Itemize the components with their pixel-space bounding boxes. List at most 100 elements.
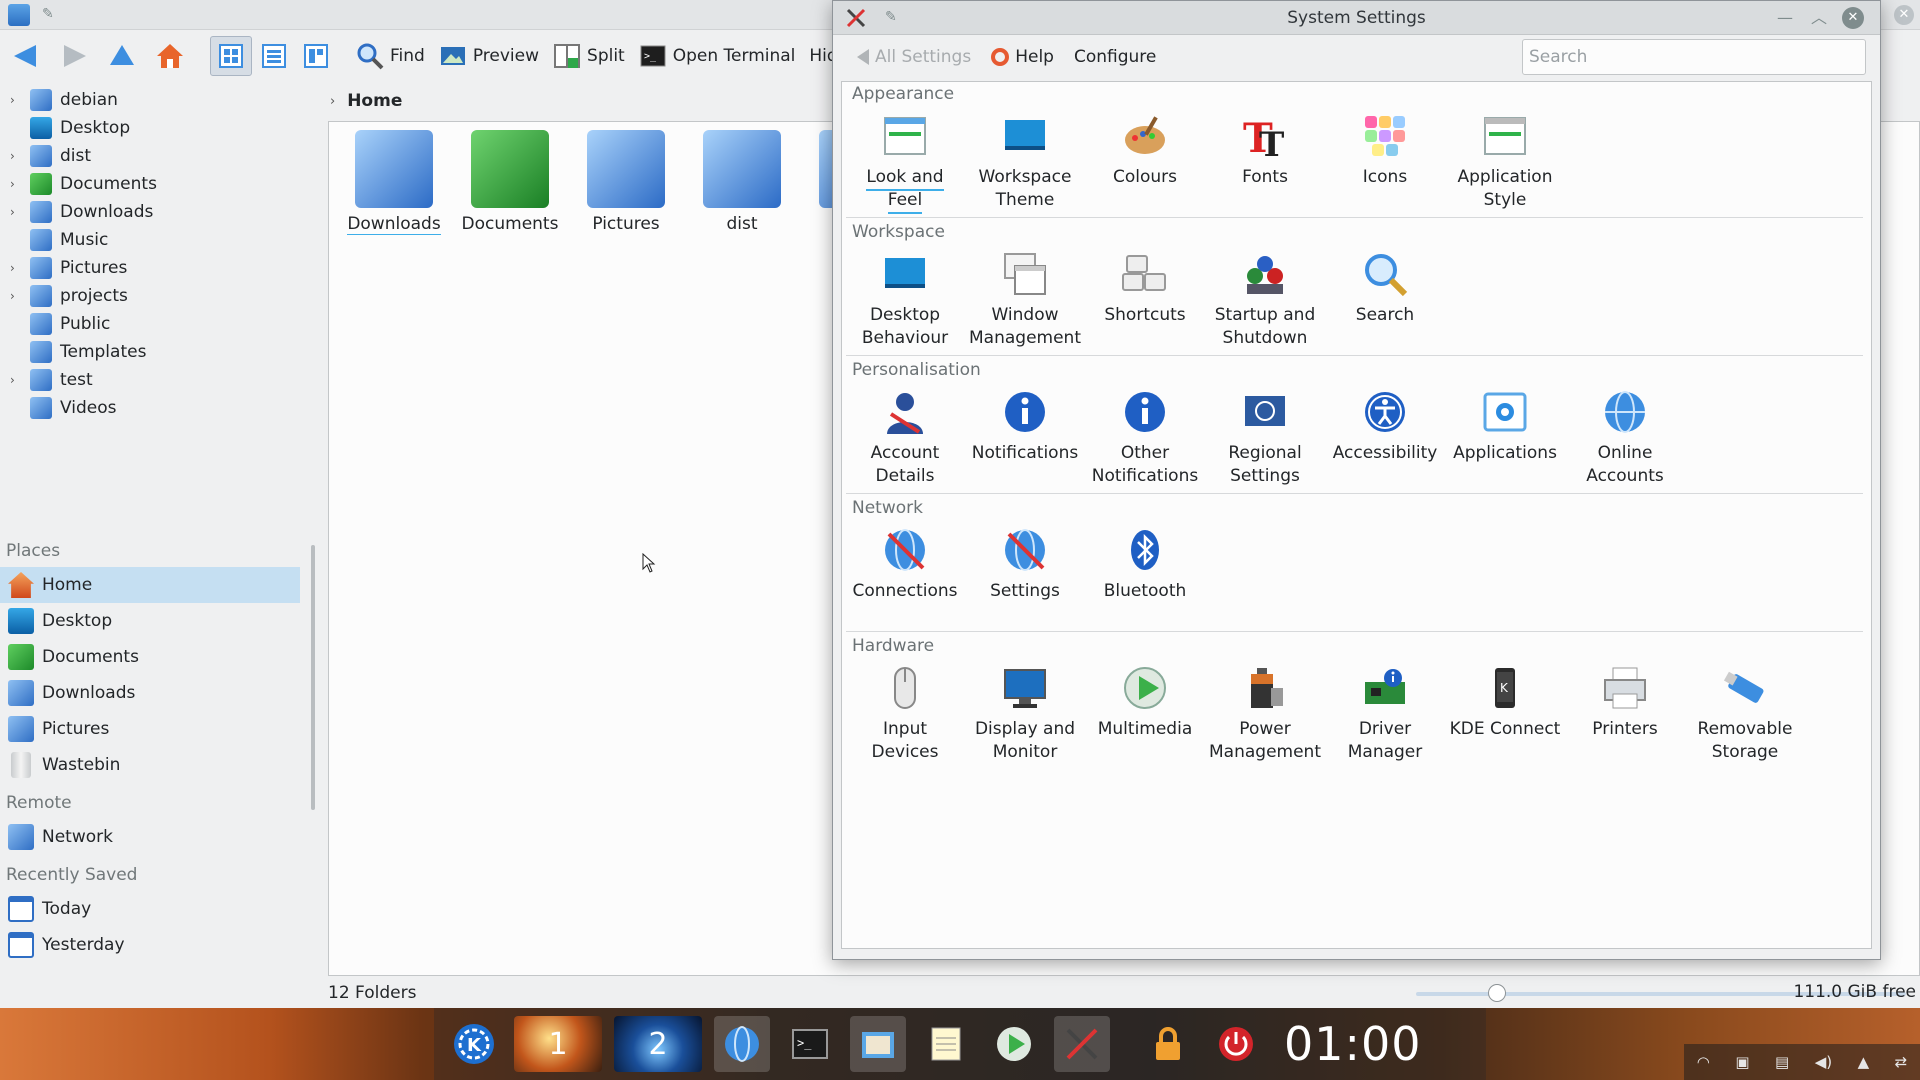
minimize-icon[interactable]: —: [1774, 7, 1796, 29]
pager-desktop-1[interactable]: 1: [514, 1016, 602, 1072]
module-startup-and-shutdown[interactable]: Startup and Shutdown: [1206, 250, 1324, 350]
tree-item-downloads[interactable]: › Downloads: [0, 198, 320, 226]
lock-screen-button[interactable]: [1140, 1016, 1196, 1072]
module-application-style[interactable]: Application Style: [1446, 112, 1564, 212]
forward-button[interactable]: [54, 36, 100, 76]
tree-item-public[interactable]: Public: [0, 310, 320, 338]
tree-item-test[interactable]: › test: [0, 366, 320, 394]
place-today[interactable]: Today: [0, 891, 300, 927]
preview-button[interactable]: Preview: [433, 36, 545, 76]
task-system-settings[interactable]: [1054, 1016, 1110, 1072]
module-bluetooth[interactable]: Bluetooth: [1086, 526, 1204, 603]
module-shortcuts[interactable]: Shortcuts: [1086, 250, 1204, 327]
module-accessibility[interactable]: Accessibility: [1326, 388, 1444, 465]
module-regional-settings[interactable]: Regional Settings: [1206, 388, 1324, 488]
module-applications[interactable]: Applications: [1446, 388, 1564, 465]
expand-chevron-icon[interactable]: ›: [10, 93, 24, 107]
module-kde-connect[interactable]: K KDE Connect: [1446, 664, 1564, 741]
file-item-documents[interactable]: Documents: [455, 130, 565, 234]
clipboard-icon[interactable]: ▤: [1775, 1053, 1789, 1071]
tree-item-documents[interactable]: › Documents: [0, 170, 320, 198]
breadcrumb[interactable]: › Home: [330, 88, 402, 114]
split-button[interactable]: Split: [547, 36, 631, 76]
module-display-and-monitor[interactable]: Display and Monitor: [966, 664, 1084, 764]
place-pictures[interactable]: Pictures: [0, 711, 300, 747]
tree-item-music[interactable]: Music: [0, 226, 320, 254]
dolphin-app-icon[interactable]: [8, 4, 30, 26]
expand-chevron-icon[interactable]: ›: [10, 205, 24, 219]
place-documents[interactable]: Documents: [0, 639, 300, 675]
compact-view-button[interactable]: [254, 36, 294, 76]
module-printers[interactable]: Printers: [1566, 664, 1684, 741]
module-desktop-behaviour[interactable]: Desktop Behaviour: [846, 250, 964, 350]
details-view-button[interactable]: [296, 36, 336, 76]
module-input-devices[interactable]: Input Devices: [846, 664, 964, 764]
volume-icon[interactable]: ◀): [1815, 1053, 1832, 1071]
device-notifier-icon[interactable]: ▣: [1735, 1053, 1749, 1071]
module-driver-manager[interactable]: Driver Manager: [1326, 664, 1444, 764]
file-item-dist[interactable]: dist: [687, 130, 797, 234]
tree-item-videos[interactable]: Videos: [0, 394, 320, 422]
expand-chevron-icon[interactable]: ›: [10, 261, 24, 275]
task-browser[interactable]: [714, 1016, 770, 1072]
place-downloads[interactable]: Downloads: [0, 675, 300, 711]
pager-desktop-2[interactable]: 2: [614, 1016, 702, 1072]
settings-titlebar[interactable]: ✎ System Settings — ︿ ✕: [833, 1, 1880, 35]
digital-clock[interactable]: 01:00: [1284, 1017, 1422, 1071]
module-look-and-feel[interactable]: Look and Feel: [846, 112, 964, 214]
icons-view-button[interactable]: [210, 36, 252, 76]
tree-item-debian[interactable]: › debian: [0, 86, 320, 114]
tree-item-projects[interactable]: › projects: [0, 282, 320, 310]
zoom-slider-handle[interactable]: [1488, 984, 1506, 1002]
tray-expand-icon[interactable]: ▲: [1858, 1053, 1870, 1071]
close-icon[interactable]: ✕: [1842, 7, 1864, 29]
panel-settings-icon[interactable]: ⇄: [1895, 1053, 1908, 1071]
module-network-settings[interactable]: Settings: [966, 526, 1084, 603]
all-settings-button[interactable]: All Settings: [857, 47, 971, 67]
search-input[interactable]: [1522, 39, 1866, 75]
module-icons[interactable]: Icons: [1326, 112, 1444, 189]
places-scrollbar[interactable]: [311, 545, 315, 810]
module-other-notifications[interactable]: Other Notifications: [1086, 388, 1204, 488]
help-button[interactable]: Help: [991, 47, 1054, 67]
expand-chevron-icon[interactable]: ›: [10, 373, 24, 387]
find-button[interactable]: Find: [350, 36, 431, 76]
shutdown-button[interactable]: [1208, 1016, 1264, 1072]
module-account-details[interactable]: Account Details: [846, 388, 964, 488]
task-media-player[interactable]: [986, 1016, 1042, 1072]
up-button[interactable]: [102, 36, 148, 76]
tree-item-pictures[interactable]: › Pictures: [0, 254, 320, 282]
maximize-icon[interactable]: ︿: [1808, 7, 1830, 29]
tree-item-desktop[interactable]: Desktop: [0, 114, 320, 142]
task-file-manager[interactable]: [850, 1016, 906, 1072]
expand-chevron-icon[interactable]: ›: [10, 177, 24, 191]
place-desktop[interactable]: Desktop: [0, 603, 300, 639]
task-terminal[interactable]: >_: [782, 1016, 838, 1072]
place-wastebin[interactable]: Wastebin: [0, 747, 300, 783]
module-power-management[interactable]: Power Management: [1206, 664, 1324, 764]
expand-chevron-icon[interactable]: ›: [10, 149, 24, 163]
breadcrumb-home[interactable]: Home: [347, 91, 402, 111]
tree-item-dist[interactable]: › dist: [0, 142, 320, 170]
module-window-management[interactable]: Window Management: [966, 250, 1084, 350]
module-workspace-theme[interactable]: Workspace Theme: [966, 112, 1084, 212]
module-online-accounts[interactable]: Online Accounts: [1566, 388, 1684, 488]
file-item-pictures[interactable]: Pictures: [571, 130, 681, 234]
module-search[interactable]: Search: [1326, 250, 1444, 327]
module-notifications[interactable]: Notifications: [966, 388, 1084, 465]
wifi-icon[interactable]: ◠: [1697, 1053, 1710, 1071]
module-fonts[interactable]: T T Fonts: [1206, 112, 1324, 189]
home-button[interactable]: [150, 36, 196, 76]
configure-button[interactable]: Configure: [1074, 47, 1156, 67]
expand-chevron-icon[interactable]: ›: [10, 289, 24, 303]
place-yesterday[interactable]: Yesterday: [0, 927, 300, 963]
tree-item-templates[interactable]: Templates: [0, 338, 320, 366]
module-connections[interactable]: Connections: [846, 526, 964, 603]
application-launcher[interactable]: K: [446, 1016, 502, 1072]
open-terminal-button[interactable]: >_ Open Terminal: [633, 36, 802, 76]
task-text-editor[interactable]: [918, 1016, 974, 1072]
place-home[interactable]: Home: [0, 567, 300, 603]
back-button[interactable]: [6, 36, 52, 76]
pin-icon[interactable]: ✎: [42, 6, 54, 22]
file-item-downloads[interactable]: Downloads: [339, 130, 449, 235]
